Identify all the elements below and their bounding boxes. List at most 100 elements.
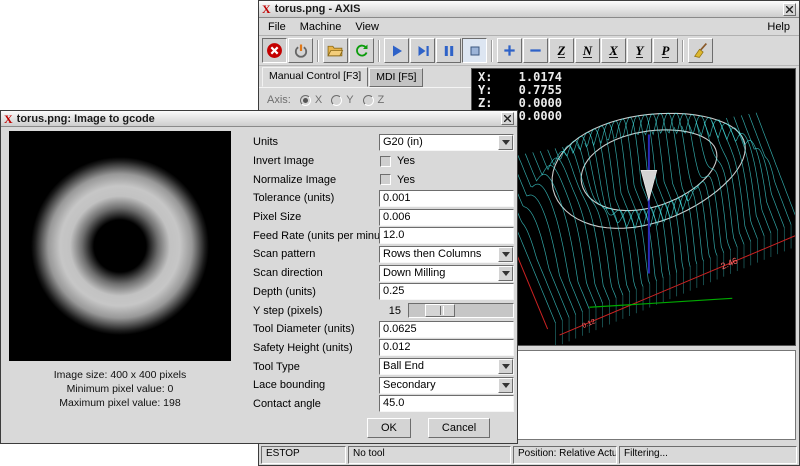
combo-value: Ball End [380, 359, 498, 374]
combo-lace-bounding[interactable]: Secondary [379, 377, 514, 394]
ok-button[interactable]: OK [367, 418, 411, 438]
chevron-down-icon [498, 247, 513, 262]
tab-manual-control[interactable]: Manual Control [F3] [262, 67, 368, 87]
estop-button[interactable] [262, 38, 287, 63]
radio-icon [363, 95, 374, 106]
checkbox-icon [380, 174, 391, 185]
zoom-out-button[interactable] [523, 38, 548, 63]
source-image-preview [9, 131, 231, 361]
combo-units[interactable]: G20 (in) [379, 134, 514, 151]
view-y-button[interactable]: Y [627, 38, 652, 63]
form-row-lace-bounding: Lace boundingSecondary [253, 376, 514, 395]
axis-select-row: Axis: X Y Z [267, 94, 463, 106]
axis-x-label: X [315, 94, 322, 106]
close-icon[interactable] [783, 3, 796, 16]
axis-y-label: Y [346, 94, 353, 106]
x11-app-icon: X [262, 3, 271, 15]
step-button[interactable] [410, 38, 435, 63]
combo-wrap-lace-bounding: Secondary [379, 377, 514, 394]
menu-machine[interactable]: Machine [293, 20, 349, 34]
combo-tool-type[interactable]: Ball End [379, 358, 514, 375]
check-label: Yes [397, 155, 415, 167]
toolbar: Z N X Y P [259, 36, 799, 66]
toolbar-separator [378, 40, 380, 62]
open-folder-icon [327, 42, 344, 59]
entry-contact-angle[interactable]: 45.0 [379, 395, 514, 412]
axis-titlebar[interactable]: X torus.png - AXIS [259, 1, 799, 18]
combo-value: Down Milling [380, 266, 498, 281]
minus-icon [528, 43, 543, 58]
backplot-preview[interactable]: X:1.0174 Y:0.7755 Z:0.0000 0.0000 2.34 2… [471, 68, 796, 346]
view-z2-label: N [583, 44, 592, 58]
notebook-tabs: Manual Control [F3] MDI [F5] [259, 66, 471, 87]
check-invert-image[interactable]: Yes [379, 155, 514, 167]
close-icon[interactable] [501, 112, 514, 125]
chevron-down-icon [498, 135, 513, 150]
entry-tool-diameter-units[interactable]: 0.0625 [379, 321, 514, 338]
pause-button[interactable] [436, 38, 461, 63]
check-normalize-image[interactable]: Yes [379, 174, 514, 186]
scale-handle[interactable] [425, 304, 455, 317]
form-row-scan-direction: Scan directionDown Milling [253, 264, 514, 283]
cancel-button[interactable]: Cancel [428, 418, 490, 438]
view-perspective-button[interactable]: P [653, 38, 678, 63]
form-row-pixel-size: Pixel Size0.006 [253, 208, 514, 227]
combo-scan-pattern[interactable]: Rows then Columns [379, 246, 514, 263]
checkbox-icon [380, 156, 391, 167]
view-x-label: X [609, 44, 618, 58]
form-row-safety-height-units: Safety Height (units)0.012 [253, 339, 514, 358]
axis-window-title: torus.png - AXIS [275, 3, 779, 15]
axis-radio-y[interactable]: Y [331, 94, 353, 106]
status-tool: No tool [348, 446, 511, 464]
entry-tolerance-units[interactable]: 0.001 [379, 190, 514, 207]
tab-mdi[interactable]: MDI [F5] [369, 68, 423, 87]
form-row-contact-angle: Contact angle45.0 [253, 395, 514, 414]
machine-power-button[interactable] [288, 38, 313, 63]
combo-wrap-scan-direction: Down Milling [379, 265, 514, 282]
open-file-button[interactable] [323, 38, 348, 63]
reload-icon [354, 43, 370, 59]
scale-trough[interactable] [408, 303, 514, 318]
menu-help[interactable]: Help [760, 20, 797, 34]
combo-wrap-units: G20 (in) [379, 134, 514, 151]
view-x-button[interactable]: X [601, 38, 626, 63]
play-icon [389, 43, 405, 59]
statusbar: ESTOP No tool Position: Relative Actual … [259, 445, 799, 465]
form-row-scan-pattern: Scan patternRows then Columns [253, 245, 514, 264]
dialog-titlebar[interactable]: X torus.png: Image to gcode [1, 111, 517, 127]
status-position: Position: Relative Actual [513, 446, 617, 464]
plus-icon [502, 43, 517, 58]
form-row-normalize-image: Normalize ImageYes [253, 170, 514, 189]
chevron-down-icon [498, 378, 513, 393]
field-label-tool-diameter-units: Tool Diameter (units) [253, 323, 379, 335]
form-row-feed-rate-units-per-minute: Feed Rate (units per minute)12.0 [253, 226, 514, 245]
menu-view[interactable]: View [348, 20, 386, 34]
field-label-tolerance-units: Tolerance (units) [253, 192, 379, 204]
reload-button[interactable] [349, 38, 374, 63]
field-label-scan-direction: Scan direction [253, 267, 379, 279]
check-label: Yes [397, 174, 415, 186]
clear-plot-button[interactable] [688, 38, 713, 63]
estop-icon [266, 42, 283, 59]
form-row-tool-diameter-units: Tool Diameter (units)0.0625 [253, 320, 514, 339]
entry-depth-units[interactable]: 0.25 [379, 283, 514, 300]
axis-radio-x[interactable]: X [300, 94, 322, 106]
entry-feed-rate-units-per-minute[interactable]: 12.0 [379, 227, 514, 244]
field-label-contact-angle: Contact angle [253, 398, 379, 410]
combo-scan-direction[interactable]: Down Milling [379, 265, 514, 282]
entry-pixel-size[interactable]: 0.006 [379, 209, 514, 226]
combo-value: G20 (in) [380, 135, 498, 150]
lower-panel [471, 350, 796, 440]
stop-button[interactable] [462, 38, 487, 63]
field-label-invert-image: Invert Image [253, 155, 379, 167]
combo-value: Secondary [380, 378, 498, 393]
menu-file[interactable]: File [261, 20, 293, 34]
entry-safety-height-units[interactable]: 0.012 [379, 339, 514, 356]
image-to-gcode-dialog: X torus.png: Image to gcode Image size: … [0, 110, 518, 444]
view-z2-button[interactable]: N [575, 38, 600, 63]
combo-value: Rows then Columns [380, 247, 498, 262]
zoom-in-button[interactable] [497, 38, 522, 63]
view-z-button[interactable]: Z [549, 38, 574, 63]
axis-radio-z[interactable]: Z [363, 94, 385, 106]
run-button[interactable] [384, 38, 409, 63]
